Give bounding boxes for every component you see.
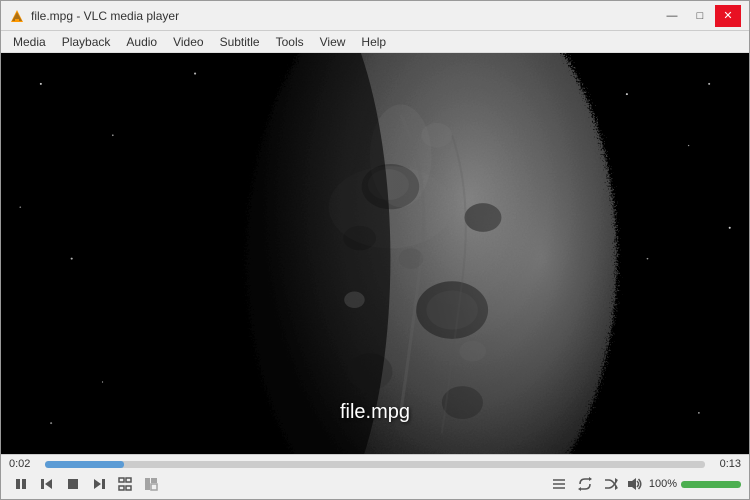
menu-media[interactable]: Media	[5, 31, 54, 52]
title-bar: file.mpg - VLC media player — □ ✕	[1, 1, 749, 31]
volume-button[interactable]	[625, 473, 645, 495]
maximize-button[interactable]: □	[687, 5, 713, 27]
menu-audio[interactable]: Audio	[118, 31, 165, 52]
pause-button[interactable]	[9, 473, 33, 495]
menu-help[interactable]: Help	[353, 31, 394, 52]
video-area: file.mpg	[1, 53, 749, 454]
minimize-button[interactable]: —	[659, 5, 685, 27]
controls-row: 100%	[1, 471, 749, 499]
next-icon	[92, 477, 106, 491]
random-button[interactable]	[599, 473, 623, 495]
playlist-button[interactable]	[547, 473, 571, 495]
extended-button[interactable]	[139, 473, 163, 495]
random-icon	[604, 477, 618, 491]
video-scene	[1, 53, 749, 454]
fullscreen-button[interactable]	[113, 473, 137, 495]
title-left: file.mpg - VLC media player	[9, 8, 179, 24]
volume-label: 100%	[649, 478, 677, 490]
playlist-icon	[552, 477, 566, 491]
menu-video[interactable]: Video	[165, 31, 211, 52]
volume-fill	[681, 481, 741, 488]
menu-subtitle[interactable]: Subtitle	[212, 31, 268, 52]
fullscreen-icon	[118, 477, 132, 491]
loop-icon	[578, 477, 592, 491]
window-controls: — □ ✕	[659, 5, 741, 27]
volume-icon	[627, 477, 643, 491]
time-elapsed: 0:02	[9, 458, 39, 470]
menu-bar: Media Playback Audio Video Subtitle Tool…	[1, 31, 749, 53]
pause-icon	[14, 477, 28, 491]
progress-bar[interactable]	[45, 461, 705, 468]
progress-fill	[45, 461, 124, 468]
stop-icon	[66, 477, 80, 491]
volume-bar[interactable]	[681, 481, 741, 488]
prev-button[interactable]	[35, 473, 59, 495]
filename-overlay: file.mpg	[340, 401, 410, 424]
loop-button[interactable]	[573, 473, 597, 495]
volume-section: 100%	[625, 473, 741, 495]
window-title: file.mpg - VLC media player	[31, 9, 179, 23]
menu-playback[interactable]: Playback	[54, 31, 119, 52]
next-button[interactable]	[87, 473, 111, 495]
vlc-logo-icon	[9, 8, 25, 24]
time-total: 0:13	[711, 458, 741, 470]
stop-button[interactable]	[61, 473, 85, 495]
prev-icon	[40, 477, 54, 491]
bottom-bar: 0:02 0:13	[1, 454, 749, 499]
close-button[interactable]: ✕	[715, 5, 741, 27]
menu-tools[interactable]: Tools	[268, 31, 312, 52]
progress-row: 0:02 0:13	[1, 455, 749, 471]
extended-icon	[144, 477, 158, 491]
menu-view[interactable]: View	[312, 31, 354, 52]
